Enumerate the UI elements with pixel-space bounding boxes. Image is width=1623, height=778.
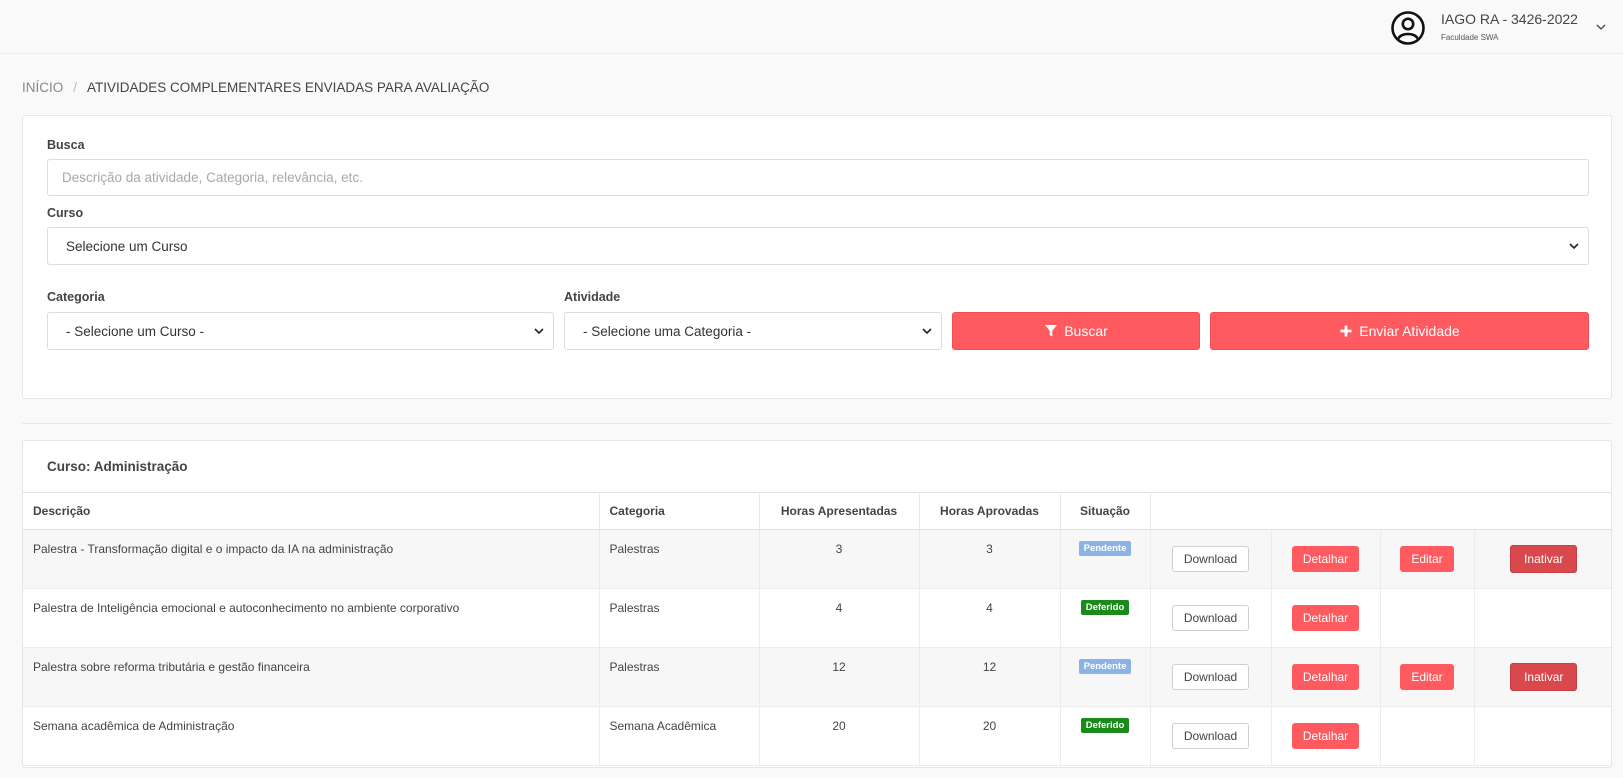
activities-table: Descrição Categoria Horas Apresentadas H… (23, 492, 1611, 766)
column-header-actions (1150, 492, 1611, 530)
search-button-label: Buscar (1064, 323, 1108, 339)
breadcrumb: INÍCIO / ATIVIDADES COMPLEMENTARES ENVIA… (22, 80, 489, 95)
chevron-down-icon (1569, 243, 1579, 250)
row-hours-presented: 3 (759, 529, 920, 589)
row-detail-cell: Detalhar (1271, 706, 1381, 766)
status-badge: Deferido (1080, 718, 1130, 733)
row-download-cell: Download (1150, 647, 1272, 707)
column-header-description: Descrição (23, 492, 600, 530)
table-row: Palestra - Transformação digital e o imp… (23, 529, 1611, 589)
row-empty-cell (1474, 588, 1611, 648)
breadcrumb-current: ATIVIDADES COMPLEMENTARES ENVIADAS PARA … (87, 80, 490, 95)
download-button[interactable]: Download (1171, 605, 1250, 631)
detail-button[interactable]: Detalhar (1291, 723, 1360, 749)
row-deactivate-cell: Inativar (1474, 647, 1611, 707)
row-detail-cell: Detalhar (1271, 529, 1381, 589)
deactivate-button[interactable]: Inativar (1510, 663, 1578, 691)
send-activity-button[interactable]: Enviar Atividade (1210, 312, 1589, 350)
user-organization: Faculdade SWA (1441, 33, 1499, 42)
row-status-cell: Deferido (1060, 588, 1151, 648)
row-empty-cell (1380, 706, 1475, 766)
row-category: Palestras (599, 588, 760, 648)
download-button[interactable]: Download (1171, 664, 1250, 690)
row-empty-cell (1474, 706, 1611, 766)
column-header-hours-presented: Horas Apresentadas (759, 492, 920, 530)
row-category: Palestras (599, 529, 760, 589)
deactivate-button[interactable]: Inativar (1510, 545, 1578, 573)
detail-button[interactable]: Detalhar (1291, 546, 1360, 572)
row-hours-approved: 20 (919, 706, 1061, 766)
row-download-cell: Download (1150, 529, 1272, 589)
activity-select-value: - Selecione uma Categoria - (583, 323, 752, 339)
course-select[interactable]: Selecione um Curso (47, 227, 1589, 265)
table-row: Palestra sobre reforma tributária e gest… (23, 647, 1611, 707)
activity-select[interactable]: - Selecione uma Categoria - (564, 312, 942, 350)
row-description: Palestra sobre reforma tributária e gest… (23, 647, 600, 707)
top-bar: IAGO RA - 3426-2022 Faculdade SWA (0, 0, 1623, 54)
row-status-cell: Deferido (1060, 706, 1151, 766)
chevron-down-icon (922, 328, 932, 335)
row-detail-cell: Detalhar (1271, 647, 1381, 707)
column-header-hours-approved: Horas Aprovadas (919, 492, 1061, 530)
row-edit-cell: Editar (1380, 529, 1475, 589)
row-deactivate-cell: Inativar (1474, 529, 1611, 589)
status-badge: Pendente (1078, 541, 1132, 556)
course-label: Curso (47, 206, 84, 220)
filter-card: Busca Descrição da atividade, Categoria,… (22, 115, 1612, 399)
row-category: Semana Acadêmica (599, 706, 760, 766)
column-header-category: Categoria (599, 492, 760, 530)
plus-icon (1340, 325, 1352, 337)
activity-label: Atividade (564, 290, 621, 304)
row-empty-cell (1380, 588, 1475, 648)
user-name[interactable]: IAGO RA - 3426-2022 (1441, 11, 1578, 27)
edit-button[interactable]: Editar (1400, 546, 1454, 572)
chevron-down-icon[interactable] (1594, 20, 1608, 34)
table-row: Semana acadêmica de Administração Semana… (23, 706, 1611, 766)
edit-button[interactable]: Editar (1400, 664, 1454, 690)
row-description: Palestra de Inteligência emocional e aut… (23, 588, 600, 648)
row-category: Palestras (599, 647, 760, 707)
breadcrumb-home-link[interactable]: INÍCIO (22, 80, 63, 95)
row-hours-approved: 3 (919, 529, 1061, 589)
status-badge: Pendente (1078, 659, 1132, 674)
category-select-value: - Selecione um Curso - (66, 323, 205, 339)
course-title: Curso: Administração (47, 459, 188, 474)
search-button[interactable]: Buscar (952, 312, 1200, 350)
category-select[interactable]: - Selecione um Curso - (47, 312, 554, 350)
column-header-status: Situação (1060, 492, 1151, 530)
row-hours-approved: 4 (919, 588, 1061, 648)
search-input[interactable]: Descrição da atividade, Categoria, relev… (47, 159, 1589, 196)
row-detail-cell: Detalhar (1271, 588, 1381, 648)
status-badge: Deferido (1080, 600, 1130, 615)
row-hours-presented: 4 (759, 588, 920, 648)
breadcrumb-separator: / (73, 80, 78, 95)
row-edit-cell: Editar (1380, 647, 1475, 707)
row-download-cell: Download (1150, 588, 1272, 648)
detail-button[interactable]: Detalhar (1291, 605, 1360, 631)
user-avatar-icon[interactable] (1390, 10, 1426, 46)
course-select-value: Selecione um Curso (66, 238, 188, 254)
chevron-down-icon (534, 328, 544, 335)
send-activity-button-label: Enviar Atividade (1359, 323, 1460, 339)
category-label: Categoria (47, 290, 105, 304)
search-label: Busca (47, 138, 85, 152)
row-status-cell: Pendente (1060, 647, 1151, 707)
row-hours-presented: 12 (759, 647, 920, 707)
table-row: Palestra de Inteligência emocional e aut… (23, 588, 1611, 648)
download-button[interactable]: Download (1171, 723, 1250, 749)
activities-table-card: Curso: Administração Descrição Categoria… (22, 440, 1612, 768)
row-description: Palestra - Transformação digital e o imp… (23, 529, 600, 589)
row-hours-presented: 20 (759, 706, 920, 766)
row-status-cell: Pendente (1060, 529, 1151, 589)
download-button[interactable]: Download (1171, 546, 1250, 572)
row-hours-approved: 12 (919, 647, 1061, 707)
divider (22, 423, 1612, 424)
filter-icon (1045, 325, 1058, 337)
row-download-cell: Download (1150, 706, 1272, 766)
row-description: Semana acadêmica de Administração (23, 706, 600, 766)
table-header-row: Descrição Categoria Horas Apresentadas H… (23, 492, 1611, 530)
detail-button[interactable]: Detalhar (1291, 664, 1360, 690)
